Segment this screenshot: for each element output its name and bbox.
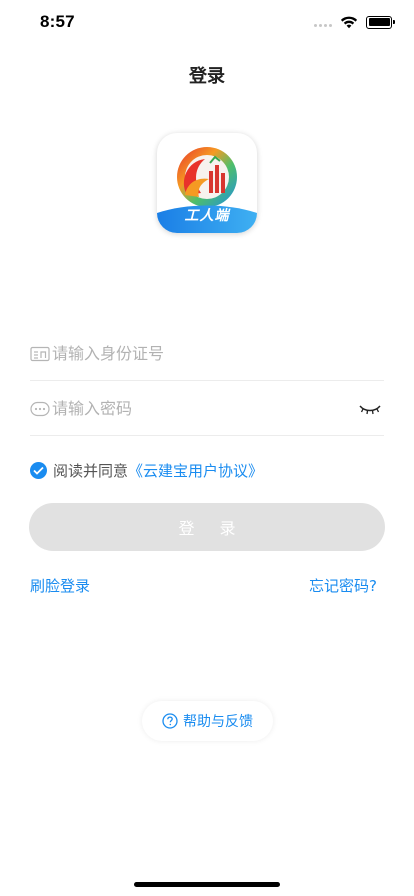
forgot-password-link[interactable]: 忘记密码? — [309, 575, 377, 596]
battery-icon — [366, 15, 395, 29]
help-feedback-label: 帮助与反馈 — [183, 714, 253, 730]
agreement-prefix: 阅读并同意 — [53, 462, 129, 480]
home-indicator[interactable] — [134, 882, 280, 887]
id-number-field — [30, 327, 384, 381]
app-logo: 工人端 — [157, 133, 257, 233]
id-card-icon — [30, 346, 50, 361]
question-circle-icon — [162, 713, 178, 729]
password-input[interactable] — [52, 399, 358, 418]
id-number-input[interactable] — [52, 344, 384, 363]
login-button[interactable]: 登 录 — [29, 503, 385, 551]
help-feedback-button[interactable]: 帮助与反馈 — [142, 701, 273, 741]
status-time: 8:57 — [40, 12, 75, 31]
eye-closed-icon[interactable] — [358, 402, 382, 416]
face-login-link[interactable]: 刷脸登录 — [30, 575, 90, 596]
agreement-row: 阅读并同意 《云建宝用户协议》 — [30, 460, 263, 481]
status-bar: 8:57 — [0, 0, 414, 44]
page-title: 登录 — [189, 66, 225, 87]
status-indicators — [314, 15, 395, 29]
password-dots-icon — [30, 401, 50, 416]
user-agreement-link[interactable]: 《云建宝用户协议》 — [128, 460, 263, 481]
password-field — [30, 382, 384, 436]
wifi-icon — [340, 16, 358, 29]
app-logo-label: 工人端 — [184, 208, 230, 224]
agreement-checkbox[interactable] — [30, 462, 47, 479]
checkmark-icon — [33, 466, 44, 475]
signal-icon — [314, 17, 332, 27]
